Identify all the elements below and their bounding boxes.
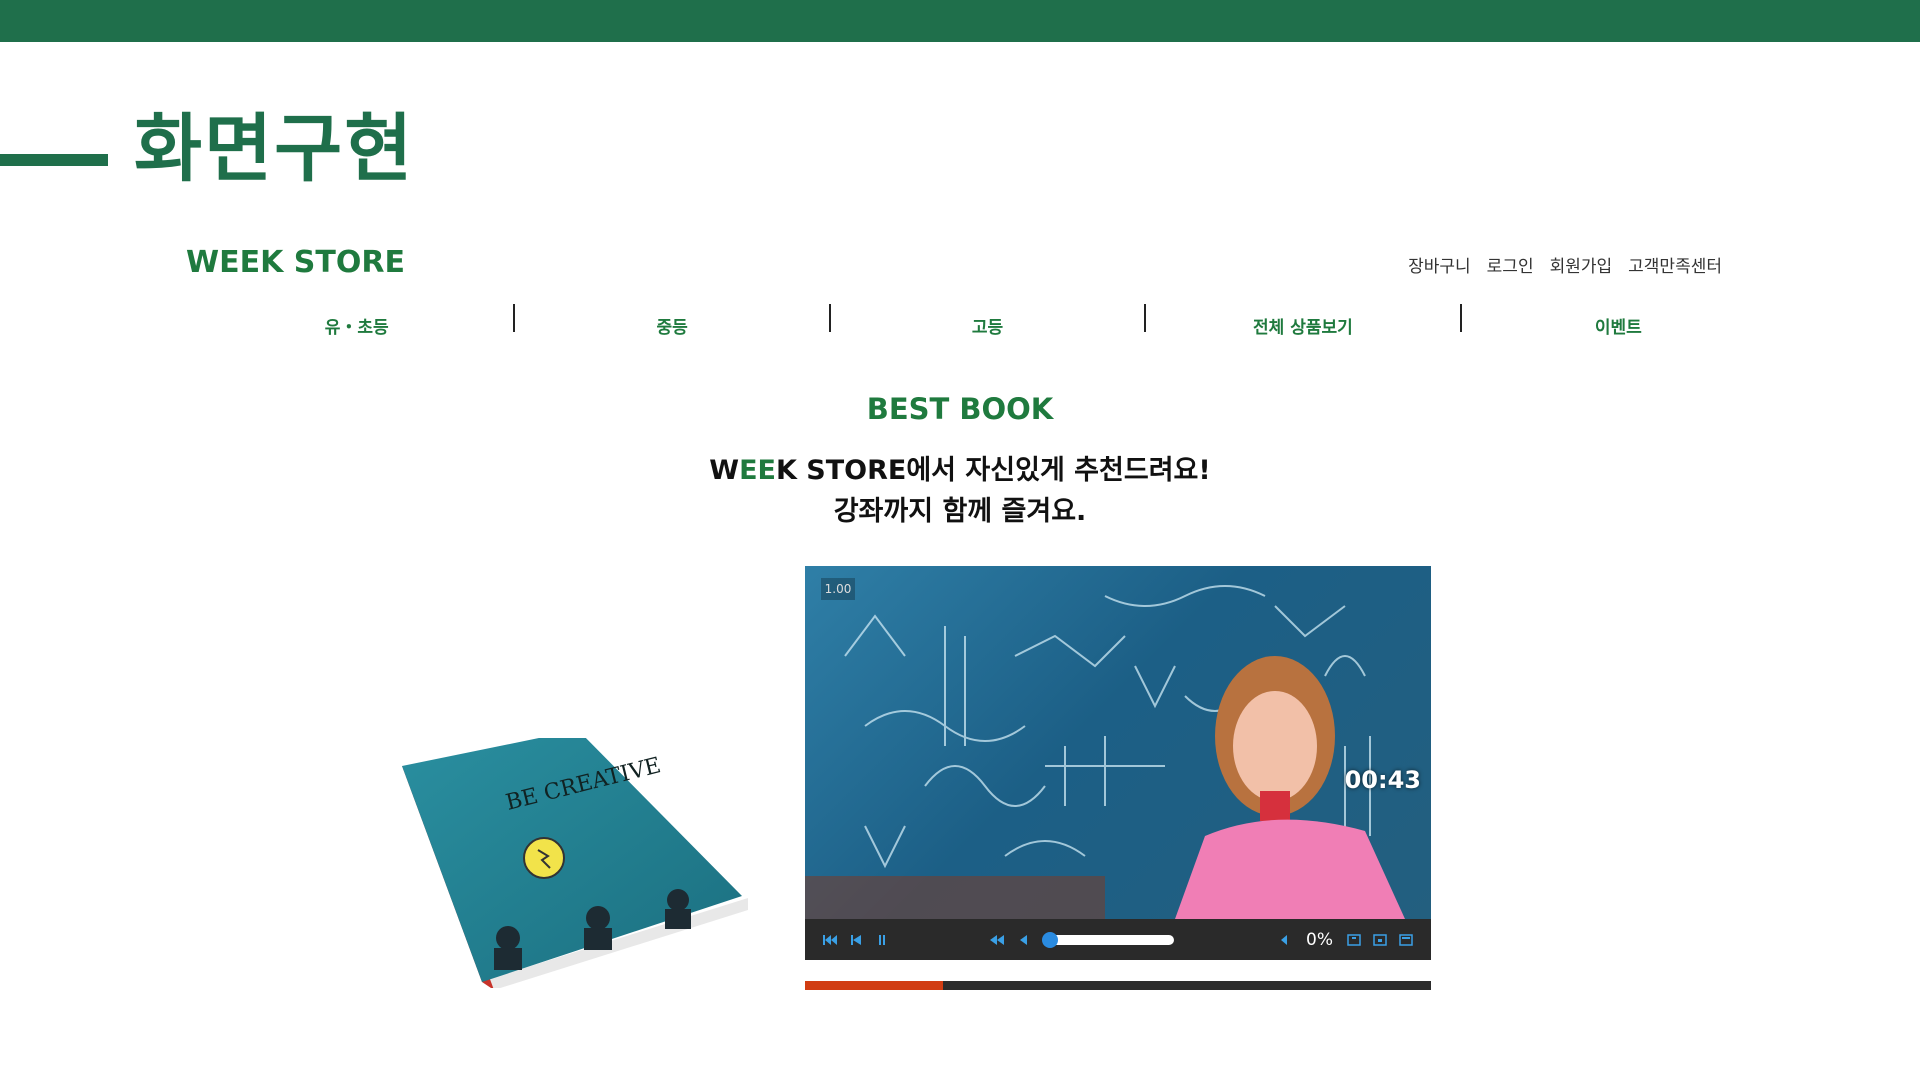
nav-item-elementary[interactable]: 유・초등 [200,299,513,338]
store-logo[interactable]: WEEK STORE [186,248,405,278]
section-title: BEST BOOK [866,392,1054,426]
subtitle-w: W [709,455,740,486]
customer-center-link[interactable]: 고객만족센터 [1628,252,1722,277]
fullscreen-icon[interactable] [1393,927,1419,953]
skip-to-start-icon[interactable] [817,927,843,953]
nav-item-all-products[interactable]: 전체 상품보기 [1146,299,1459,338]
book-image[interactable]: BE CREATIVE [388,730,758,990]
nav-item-middle[interactable]: 중등 [515,299,828,338]
volume-icon[interactable] [1272,927,1298,953]
subtitle-ee-highlight: EE [739,455,776,486]
subtitle-line-1: WEEK STORE에서 자신있게 추천드려요! [0,450,1920,491]
main-nav: 유・초등 중등 고등 전체 상품보기 이벤트 [200,296,1775,340]
slide-title: 화면구현 [134,106,415,192]
nav-item-high[interactable]: 고등 [831,299,1144,338]
playback-speed[interactable]: 1.00 [821,578,855,600]
seek-knob[interactable] [1041,931,1058,948]
previous-icon[interactable] [843,927,869,953]
utility-links: 장바구니 로그인 회원가입 고객만족센터 [1408,252,1722,277]
cart-link[interactable]: 장바구니 [1408,252,1471,277]
book-illustration: BE CREATIVE [402,730,748,990]
subtitle-line-2: 강좌까지 함께 즐겨요. [833,496,1087,527]
title-accent-line [0,154,108,166]
video-timecode: 00:43 [1344,766,1421,794]
subtitle-rest: K STORE에서 자신있게 추천드려요! [775,455,1211,486]
login-link[interactable]: 로그인 [1487,252,1534,277]
player-controls: 0% [805,919,1431,960]
section-subtitle: WEEK STORE에서 자신있게 추천드려요! 강좌까지 함께 즐겨요. [0,450,1920,532]
video-player[interactable]: 1.00 00:43 0% [805,566,1431,960]
top-banner [0,0,1920,42]
video-frame[interactable]: 1.00 00:43 [805,566,1431,919]
video-progress-fill [805,981,943,990]
signup-link[interactable]: 회원가입 [1550,252,1613,277]
caption-icon[interactable] [1341,927,1367,953]
nav-item-event[interactable]: 이벤트 [1462,299,1775,338]
picture-in-picture-icon[interactable] [1367,927,1393,953]
volume-level: 0% [1306,929,1334,950]
step-back-icon[interactable] [1010,927,1036,953]
rewind-icon[interactable] [984,927,1010,953]
video-progress-bar[interactable] [805,981,1431,990]
pause-icon[interactable] [869,927,895,953]
video-scene [805,585,1405,919]
seek-slider[interactable] [1041,931,1174,948]
